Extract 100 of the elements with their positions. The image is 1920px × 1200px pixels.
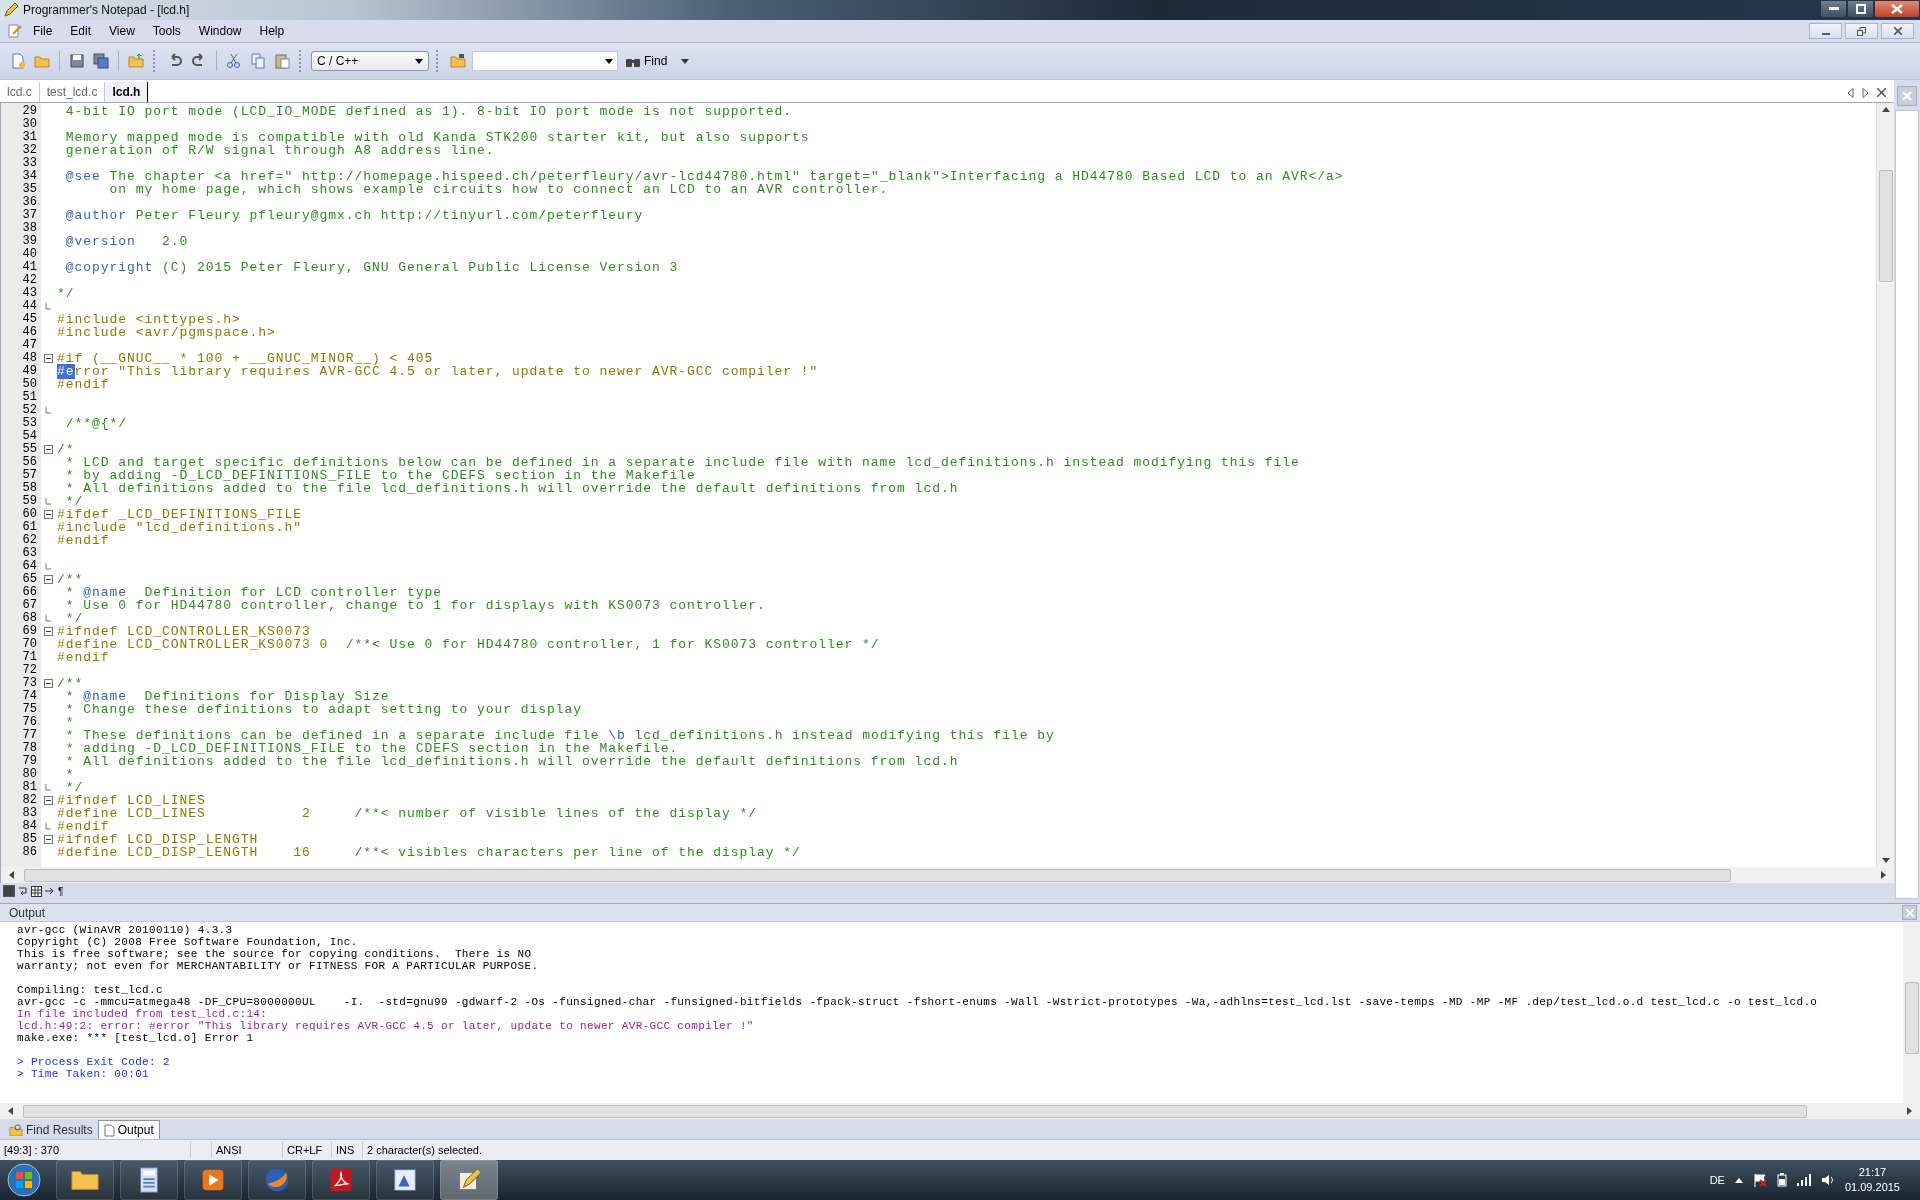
code-line: Memory mapped mode is compatible with old Kanda STK200 starter kit, but also supports: [64, 131, 810, 144]
code-line: #define LCD_DISP_LENGTH 16 /**< visibles characters per line of the display */: [56, 846, 801, 859]
code-line: #define LCD_LINES 2 /**< number of visible lines of the display */: [56, 807, 758, 820]
menu-item[interactable]: Help: [250, 22, 294, 40]
line-number: 82: [21, 794, 38, 807]
collapse-icon[interactable]: [43, 445, 53, 454]
whitespace-toggle[interactable]: ¶: [58, 885, 64, 897]
line-number: 69: [21, 625, 38, 638]
battery-icon[interactable]: [1776, 1173, 1787, 1187]
file-tab[interactable]: lcd.h: [105, 82, 149, 102]
caret-icon[interactable]: [681, 58, 690, 64]
scroll-down-icon[interactable]: [1881, 858, 1890, 863]
scroll-up-icon[interactable]: [1881, 107, 1890, 112]
minimize-button[interactable]: [1820, 0, 1847, 18]
line-number: 86: [21, 846, 38, 859]
line-number: 72: [21, 664, 38, 677]
close-icon: [1905, 908, 1914, 917]
scroll-left-icon[interactable]: [8, 1107, 13, 1115]
maximize-button[interactable]: [1847, 0, 1874, 18]
save-icon[interactable]: [67, 51, 87, 71]
code-line: /**: [56, 677, 84, 690]
notepad-taskbar-button[interactable]: [440, 1160, 498, 1200]
code-line: #endif: [56, 651, 110, 664]
menu-item[interactable]: File: [24, 22, 62, 40]
arrow-icon[interactable]: [45, 887, 55, 895]
clock[interactable]: 21:17 01.09.2015: [1844, 1165, 1900, 1195]
panel-tab[interactable]: Find Results: [4, 1121, 98, 1139]
line-number: 75: [21, 703, 38, 716]
flag-icon[interactable]: [1752, 1173, 1767, 1187]
tray-expand-icon[interactable]: [1734, 1177, 1743, 1183]
restore-icon: [1857, 26, 1866, 36]
scroll-right-icon[interactable]: [1907, 1107, 1912, 1115]
scrollbar-thumb[interactable]: [1905, 982, 1919, 1054]
vertical-scrollbar[interactable]: [1903, 922, 1920, 1103]
maximize-icon: [1855, 4, 1866, 14]
line-number: 63: [21, 547, 38, 560]
scrollbar-thumb[interactable]: [24, 868, 1731, 882]
play-taskbar-button[interactable]: [184, 1160, 242, 1200]
scrollbar-thumb[interactable]: [23, 1104, 1807, 1118]
output-line: In file included from test_lcd.c:14:: [17, 1008, 269, 1020]
close-tab-icon[interactable]: [1877, 88, 1886, 97]
line-number: 38: [21, 222, 38, 235]
collapse-icon[interactable]: [43, 627, 53, 636]
grid-icon[interactable]: [31, 885, 42, 897]
line-number: 42: [21, 274, 38, 287]
language-dropdown[interactable]: C / C++: [311, 51, 429, 71]
document-taskbar-button[interactable]: [312, 1160, 370, 1200]
code-line: */: [56, 287, 75, 300]
signal-icon[interactable]: [1796, 1174, 1811, 1186]
collapse-icon[interactable]: [43, 575, 53, 584]
line-number: 71: [21, 651, 38, 664]
caret-icon: [415, 58, 423, 64]
scroll-right-icon[interactable]: [1881, 871, 1886, 879]
folder-icon[interactable]: [448, 51, 468, 71]
collapse-icon[interactable]: [43, 354, 53, 363]
code-line: * These definitions can be defined in a separate include file \b lcd_definitions.h instead modifying this file by: [64, 729, 1055, 742]
save-all-icon[interactable]: [91, 51, 111, 71]
scrollbar-thumb[interactable]: [1878, 170, 1893, 282]
close-button[interactable]: [1881, 23, 1914, 39]
wrap-icon[interactable]: [18, 886, 28, 896]
restore-button[interactable]: [1845, 23, 1878, 39]
copy-icon[interactable]: [248, 51, 268, 71]
line-number: 39: [21, 235, 38, 248]
code-line: #include "lcd_definitions.h": [56, 521, 303, 534]
scroll-left-icon[interactable]: [9, 871, 14, 879]
paste-icon[interactable]: [272, 51, 292, 71]
picture-taskbar-button[interactable]: [376, 1160, 434, 1200]
speaker-icon[interactable]: [1820, 1174, 1835, 1186]
collapse-icon[interactable]: [43, 510, 53, 519]
menu-item[interactable]: Edit: [61, 22, 101, 40]
calculator-taskbar-button[interactable]: [120, 1160, 178, 1200]
previous-tab-icon[interactable]: [1847, 88, 1854, 98]
horizontal-scrollbar[interactable]: [0, 867, 1894, 883]
menu-item[interactable]: Window: [189, 22, 251, 40]
collapse-icon[interactable]: [43, 796, 53, 805]
horizontal-scrollbar[interactable]: [0, 1103, 1920, 1119]
menu-item[interactable]: View: [100, 22, 144, 40]
next-tab-icon[interactable]: [1862, 88, 1869, 98]
line-number: 46: [21, 326, 38, 339]
collapse-icon[interactable]: [43, 835, 53, 844]
menu-item[interactable]: Tools: [143, 22, 190, 40]
globe-taskbar-button[interactable]: [248, 1160, 306, 1200]
minimize-button[interactable]: [1809, 23, 1842, 39]
start-button[interactable]: [4, 1161, 44, 1199]
insert-mode-status: INS: [332, 1142, 363, 1158]
line-number: 60: [21, 508, 38, 521]
folder-taskbar-button[interactable]: [56, 1160, 114, 1200]
folder-search-icon: [9, 1124, 23, 1136]
line-number: 66: [21, 586, 38, 599]
line-number: 73: [21, 677, 38, 690]
line-number: 81: [21, 781, 38, 794]
find-button[interactable]: Find: [622, 54, 672, 68]
panel-tab[interactable]: Output: [97, 1120, 160, 1139]
collapse-icon[interactable]: [43, 679, 53, 688]
vertical-scrollbar[interactable]: [1876, 103, 1894, 867]
search-field[interactable]: [472, 51, 618, 71]
close-button[interactable]: [1874, 0, 1920, 18]
input-language[interactable]: DE: [1709, 1174, 1725, 1186]
pencil-icon: [3, 2, 19, 18]
line-number: 51: [21, 391, 38, 404]
